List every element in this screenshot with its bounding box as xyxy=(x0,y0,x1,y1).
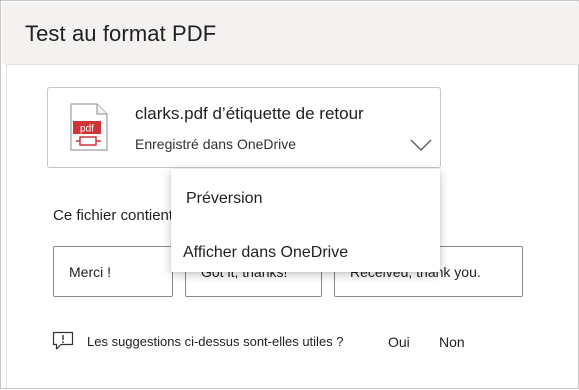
chevron-down-icon[interactable] xyxy=(410,138,432,152)
attachment-card[interactable]: pdf clarks.pdf d’étiquette de retour Enr… xyxy=(47,87,441,168)
menu-item-preview[interactable]: Préversion xyxy=(186,190,262,208)
attachment-menu: Préversion Afficher dans OneDrive xyxy=(171,169,440,272)
message-subject: Test au format PDF xyxy=(25,21,217,46)
feedback-yes-link[interactable]: Oui xyxy=(388,334,410,350)
feedback-question: Les suggestions ci-dessus sont-elles uti… xyxy=(87,334,344,349)
quick-reply-button[interactable]: Merci ! xyxy=(53,246,173,297)
pdf-icon-label: pdf xyxy=(80,124,94,135)
pdf-file-icon: pdf xyxy=(70,103,108,151)
divider xyxy=(6,64,7,390)
reading-pane: Test au format PDF pdf clarks.pdf d’étiq… xyxy=(0,0,579,390)
message-header: Test au format PDF xyxy=(2,2,579,64)
feedback-icon xyxy=(52,331,74,350)
attachment-location: Enregistré dans OneDrive xyxy=(135,136,297,152)
feedback-no-link[interactable]: Non xyxy=(439,334,465,350)
divider xyxy=(6,64,579,65)
menu-item-view-in-onedrive[interactable]: Afficher dans OneDrive xyxy=(183,244,348,262)
attachment-filename: clarks.pdf d’étiquette de retour xyxy=(135,104,364,123)
